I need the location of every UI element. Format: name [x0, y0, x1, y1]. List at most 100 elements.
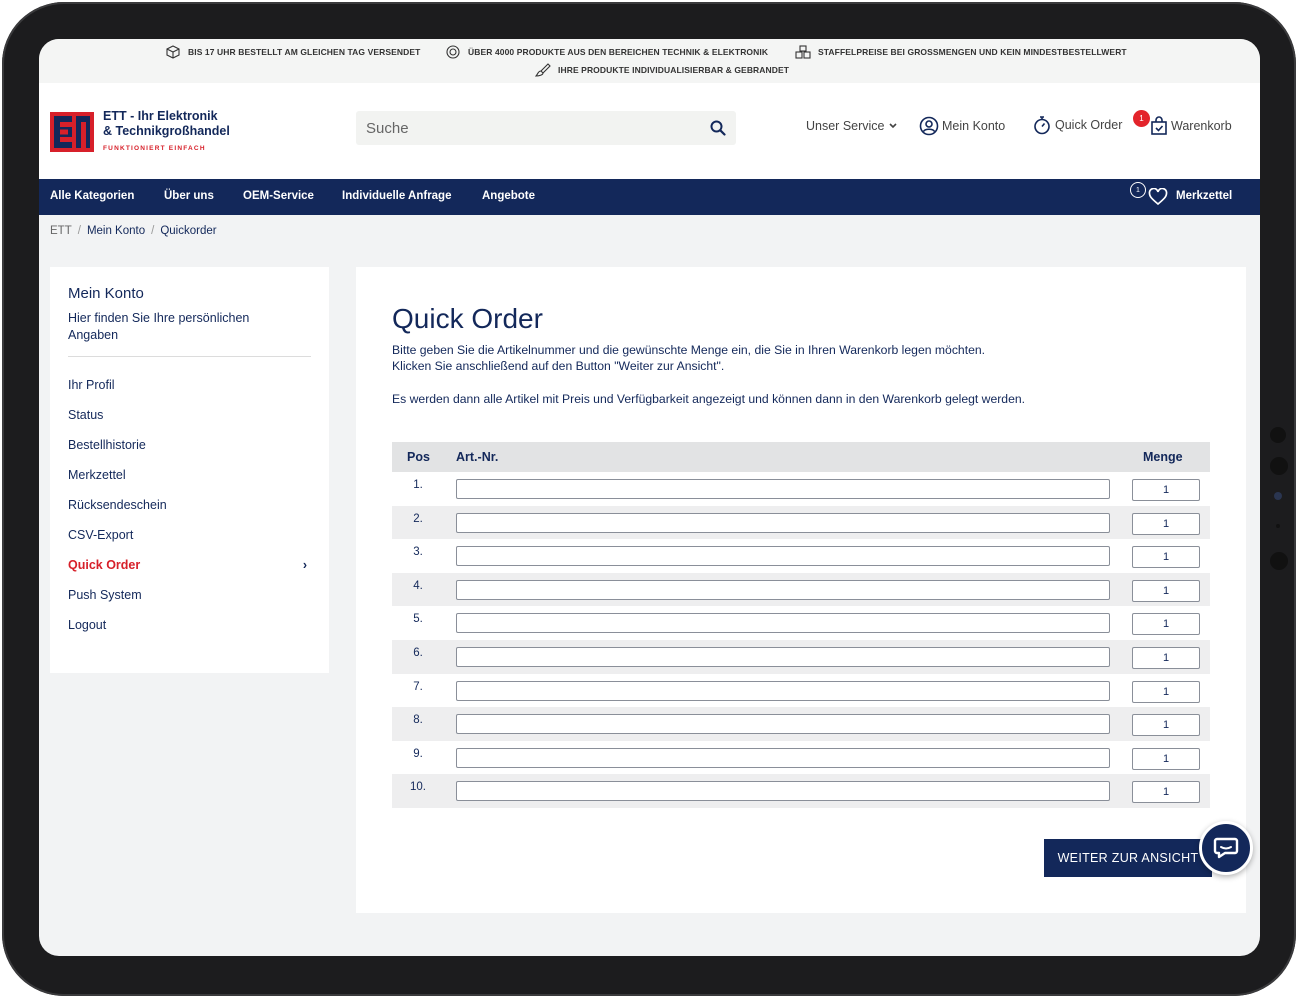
quantity-input[interactable] — [1132, 680, 1200, 703]
search-input[interactable] — [356, 111, 696, 145]
quick-order-label: Quick Order — [1055, 118, 1123, 132]
usp-products-text: ÜBER 4000 PRODUKTE AUS DEN BEREICHEN TEC… — [468, 47, 769, 57]
sidebar-item-return-slip[interactable]: Rücksendeschein — [68, 498, 311, 516]
article-number-input[interactable] — [456, 714, 1110, 735]
sidebar-item-label: CSV-Export — [68, 528, 134, 542]
page-title: Quick Order — [392, 303, 543, 334]
boxes-icon — [795, 45, 811, 59]
sidebar-item-label: Ihr Profil — [68, 378, 115, 392]
chat-bubble-icon — [1213, 837, 1239, 859]
chip-icon — [445, 45, 461, 59]
usp-bar: BIS 17 UHR BESTELLT AM GLEICHEN TAG VERS… — [39, 39, 1260, 83]
cart-count-badge: 1 — [1133, 110, 1150, 127]
ett-logo-icon[interactable] — [50, 112, 94, 152]
breadcrumb: ETT / Mein Konto / Quickorder — [50, 225, 217, 237]
chat-button[interactable] — [1199, 821, 1253, 875]
article-number-input[interactable] — [456, 781, 1110, 802]
quantity-input[interactable] — [1132, 781, 1200, 804]
cart-link[interactable]: Warenkorb — [1150, 116, 1232, 136]
row-position: 5. — [413, 613, 423, 626]
sidebar-item-label: Rücksendeschein — [68, 498, 167, 512]
row-position: 3. — [413, 546, 423, 559]
continue-to-view-button[interactable]: WEITER ZUR ANSICHT — [1044, 839, 1212, 877]
shopping-bag-icon — [1151, 116, 1167, 135]
sidebar-item-label: Quick Order — [68, 558, 141, 572]
sidebar-item-wishlist[interactable]: Merkzettel — [68, 468, 311, 486]
sidebar-item-status[interactable]: Status — [68, 408, 311, 426]
row-position: 4. — [413, 579, 423, 592]
article-number-input[interactable] — [456, 579, 1110, 600]
article-number-input[interactable] — [456, 646, 1110, 667]
service-label: Unser Service — [806, 119, 885, 133]
sidebar-item-quick-order[interactable]: Quick Order › — [68, 558, 311, 576]
table-row: 2. — [392, 505, 1210, 540]
usp-shipping-text: BIS 17 UHR BESTELLT AM GLEICHEN TAG VERS… — [188, 47, 421, 57]
quantity-input[interactable] — [1132, 747, 1200, 770]
breadcrumb-current: Quickorder — [160, 225, 217, 237]
sidebar-divider — [68, 356, 311, 357]
sidebar-item-label: Merkzettel — [68, 468, 126, 482]
row-position: 10. — [410, 781, 426, 794]
package-icon — [165, 45, 181, 59]
article-number-input[interactable] — [456, 680, 1110, 701]
nav-item-request[interactable]: Individuelle Anfrage — [342, 190, 451, 202]
quick-order-link[interactable]: Quick Order — [1032, 115, 1122, 135]
heart-icon[interactable] — [1148, 188, 1168, 206]
account-link[interactable]: Mein Konto — [919, 116, 1005, 136]
search-button[interactable] — [700, 111, 736, 145]
brush-icon — [535, 63, 551, 77]
table-row: 7. — [392, 674, 1210, 708]
sidebar-item-csv-export[interactable]: CSV-Export — [68, 528, 311, 546]
tablet-lens — [1274, 492, 1282, 500]
brand-name[interactable]: ETT - Ihr Elektronik & Technikgroßhandel — [103, 109, 230, 139]
nav-item-about[interactable]: Über uns — [164, 190, 214, 202]
sidebar-item-profile[interactable]: Ihr Profil — [68, 378, 311, 396]
nav-item-categories[interactable]: Alle Kategorien — [50, 190, 134, 202]
sidebar-item-logout[interactable]: Logout — [68, 618, 311, 636]
quick-order-panel: Quick Order Bitte geben Sie die Artikeln… — [356, 267, 1246, 913]
sidebar-item-order-history[interactable]: Bestellhistorie — [68, 438, 311, 456]
wishlist-link[interactable]: Merkzettel — [1176, 190, 1232, 202]
quantity-input[interactable] — [1132, 613, 1200, 636]
breadcrumb-separator: / — [77, 225, 81, 237]
intro-text-1: Bitte geben Sie die Artikelnummer und di… — [392, 343, 986, 357]
article-number-input[interactable] — [456, 512, 1110, 533]
breadcrumb-home[interactable]: ETT — [50, 225, 72, 237]
brand-line1: ETT - Ihr Elektronik — [103, 109, 218, 123]
quantity-input[interactable] — [1132, 714, 1200, 737]
chevron-down-icon — [888, 123, 897, 129]
col-pos: Pos — [407, 450, 430, 464]
row-position: 2. — [413, 512, 423, 525]
search-bar — [356, 111, 736, 145]
nav-item-offers[interactable]: Angebote — [482, 190, 535, 202]
intro-text-3: Es werden dann alle Artikel mit Preis un… — [392, 392, 1026, 406]
article-number-input[interactable] — [456, 613, 1110, 634]
breadcrumb-separator: / — [151, 225, 155, 237]
table-row: 9. — [392, 741, 1210, 775]
nav-item-oem[interactable]: OEM-Service — [243, 190, 314, 202]
col-qty: Menge — [1143, 450, 1183, 464]
row-position: 7. — [413, 680, 423, 693]
row-position: 6. — [413, 646, 423, 659]
sidebar-item-push-system[interactable]: Push System — [68, 588, 311, 606]
table-body: 1. 2. 3. 4. 5. 6. 7. 8. 9. 10. — [392, 472, 1210, 808]
sidebar-item-label: Bestellhistorie — [68, 438, 146, 452]
stopwatch-icon — [1034, 116, 1050, 135]
quantity-input[interactable] — [1132, 512, 1200, 535]
intro-text-2: Klicken Sie anschließend auf den Button … — [392, 359, 725, 373]
breadcrumb-account[interactable]: Mein Konto — [87, 225, 145, 237]
quantity-input[interactable] — [1132, 579, 1200, 602]
article-number-input[interactable] — [456, 546, 1110, 567]
tablet-flash — [1270, 552, 1288, 570]
article-number-input[interactable] — [456, 747, 1110, 768]
brand-line2: & Technikgroßhandel — [103, 124, 230, 138]
main-navigation: Alle Kategorien Über uns OEM-Service Ind… — [39, 179, 1260, 215]
table-row: 4. — [392, 572, 1210, 607]
quantity-input[interactable] — [1132, 646, 1200, 669]
quantity-input[interactable] — [1132, 546, 1200, 569]
quantity-input[interactable] — [1132, 479, 1200, 501]
sidebar-item-label: Logout — [68, 618, 107, 632]
service-dropdown[interactable]: Unser Service — [806, 119, 901, 133]
article-number-input[interactable] — [456, 479, 1110, 499]
table-row: 6. — [392, 639, 1210, 674]
